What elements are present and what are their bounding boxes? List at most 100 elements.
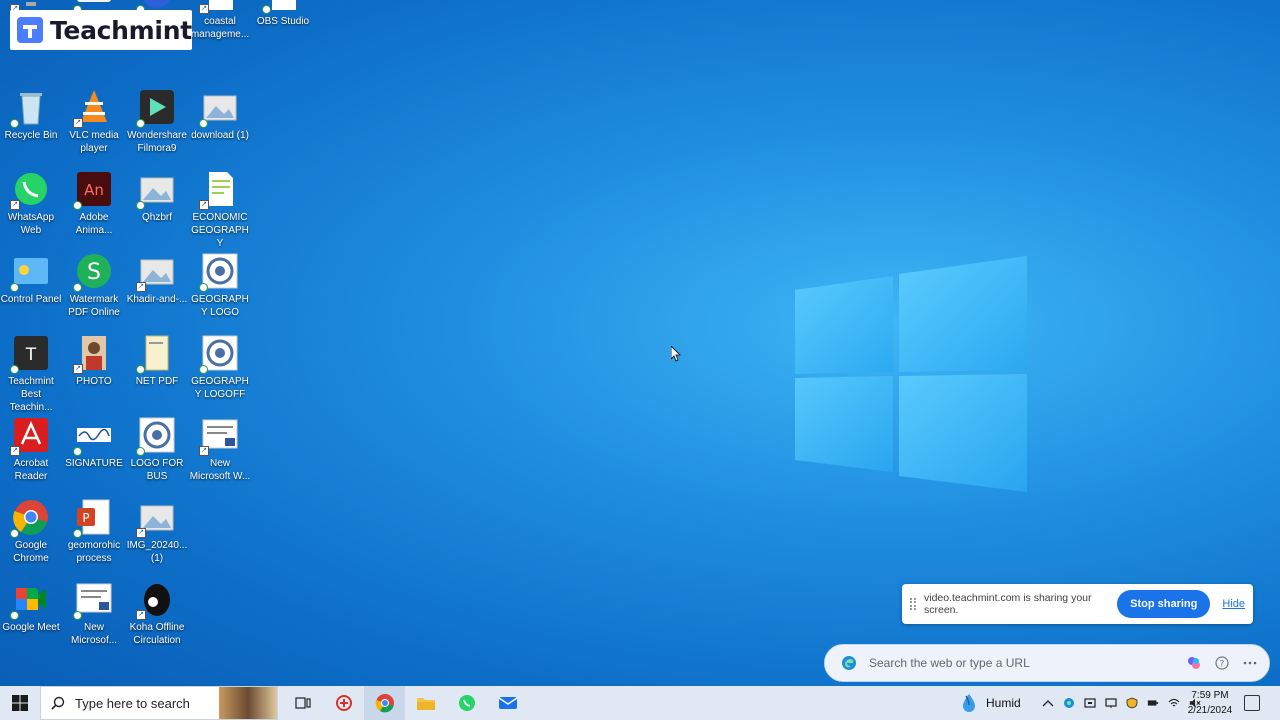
desktop-icon-label: Wondershare Filmora9	[127, 130, 187, 154]
desktop-icon[interactable]: ↗ coastal manageme...	[189, 0, 251, 41]
sync-status-icon	[10, 611, 19, 620]
desktop-icon[interactable]: Wondershare Filmora9	[126, 88, 188, 155]
desktop-icon-label: Khadir-and-...	[126, 294, 188, 305]
desktop-icon[interactable]: S Watermark PDF Online	[63, 252, 125, 319]
start-button[interactable]	[0, 686, 40, 720]
sync-status-icon	[199, 119, 208, 128]
sync-status-icon	[10, 283, 19, 292]
recycle-bin-icon	[10, 88, 50, 128]
taskbar-app-chrome[interactable]	[364, 686, 405, 720]
desktop-icon-label: LOGO FOR BUS	[130, 458, 184, 482]
desktop-icon[interactable]: OBS Studio	[252, 0, 314, 28]
image-icon	[136, 170, 176, 210]
weather-widget[interactable]: Humid	[958, 686, 1021, 720]
wifi-icon[interactable]	[1168, 697, 1180, 709]
desktop-icon-label: ECONOMIC GEOGRAPHY	[191, 212, 249, 249]
taskbar-search-placeholder: Type here to search	[75, 695, 190, 711]
chevron-up-icon[interactable]	[1042, 697, 1054, 709]
desktop-icon-label: Acrobat Reader	[13, 458, 49, 482]
task-view-button[interactable]	[282, 686, 323, 720]
desktop-icon[interactable]: New Microsof...	[63, 580, 125, 647]
sync-status-icon	[10, 365, 19, 374]
notification-center-icon[interactable]	[1244, 695, 1260, 711]
copilot-icon[interactable]	[1187, 656, 1201, 670]
svg-text:S: S	[87, 260, 101, 285]
shortcut-arrow-icon: ↗	[73, 364, 83, 374]
desktop-icon[interactable]: ↗ IMG_20240... (1)	[126, 498, 188, 565]
desktop-icon[interactable]: ↗ Koha Offline Circulation	[126, 580, 188, 647]
mouse-cursor-icon	[671, 346, 681, 362]
control-panel-icon	[10, 252, 50, 292]
document-icon: ↗	[199, 0, 239, 14]
task-view-icon	[294, 697, 311, 709]
desktop-icon[interactable]: LOGO FOR BUS	[126, 416, 188, 483]
desktop-icon[interactable]: Qhzbrf	[126, 170, 188, 224]
sync-status-icon	[10, 529, 19, 538]
desktop-icon-label: Adobe Anima...	[75, 212, 113, 236]
edge-tray-icon[interactable]	[1063, 697, 1075, 709]
word-doc-icon	[73, 580, 113, 620]
desktop-icon-label: GEOGRAPHY LOGO	[191, 294, 249, 318]
desktop-icon[interactable]: Pgeomorohic process	[63, 498, 125, 565]
screen-capture-icon[interactable]	[1084, 697, 1096, 709]
edge-search-placeholder: Search the web or type a URL	[869, 656, 1030, 670]
hide-link[interactable]: Hide	[1222, 598, 1245, 610]
taskbar-app-spark[interactable]	[323, 686, 364, 720]
desktop-icon[interactable]: ↗ Khadir-and-...	[126, 252, 188, 306]
taskbar-app-file-explorer[interactable]	[405, 686, 446, 720]
watermark-pdf-icon: S	[73, 252, 113, 292]
search-icon	[51, 696, 65, 710]
edge-search-bar[interactable]: Search the web or type a URL ?	[824, 644, 1270, 682]
image-icon: ↗	[136, 252, 176, 292]
battery-icon[interactable]	[1147, 697, 1159, 709]
signature-icon	[73, 416, 113, 456]
desktop-icon[interactable]: NET PDF	[126, 334, 188, 388]
sync-status-icon	[136, 365, 145, 374]
whatsapp-icon: ↗	[10, 170, 50, 210]
desktop-icon[interactable]: ↗ PHOTO	[63, 334, 125, 388]
more-options-icon[interactable]	[1243, 656, 1257, 670]
taskbar-clock[interactable]: 7:59 PM 2/21/2024	[1180, 688, 1240, 718]
acrobat-icon: ↗	[10, 416, 50, 456]
desktop-icon-label: geomorohic process	[67, 540, 121, 564]
photo-icon: ↗	[73, 334, 113, 374]
taskbar-app-whatsapp[interactable]	[446, 686, 487, 720]
edge-icon	[842, 656, 856, 670]
desktop-icon[interactable]: Google Meet	[0, 580, 62, 634]
brand-name: Teachmint	[50, 15, 192, 45]
desktop-icon[interactable]: Google Chrome	[0, 498, 62, 565]
desktop-icon[interactable]: ↗ WhatsApp Web	[0, 170, 62, 237]
desktop-icon[interactable]: GEOGRAPHY LOGOFF	[189, 334, 251, 401]
desktop-icon[interactable]: Recycle Bin	[0, 88, 62, 142]
desktop-icon-label: SIGNATURE	[65, 458, 123, 469]
security-shield-icon[interactable]	[1126, 697, 1138, 709]
help-icon[interactable]: ?	[1215, 656, 1229, 670]
display-icon[interactable]	[1105, 697, 1117, 709]
desktop-icon[interactable]: ↗ ECONOMIC GEOGRAPHY	[189, 170, 251, 250]
desktop-icon[interactable]: ↗ New Microsoft W...	[189, 416, 251, 483]
taskbar-app-mail[interactable]	[487, 686, 528, 720]
desktop-icon[interactable]: GEOGRAPHY LOGO	[189, 252, 251, 319]
desktop-icon[interactable]: download (1)	[189, 88, 251, 142]
stop-sharing-button[interactable]: Stop sharing	[1117, 590, 1211, 618]
humidity-drop-icon	[963, 694, 975, 712]
drag-handle-icon[interactable]	[910, 598, 916, 610]
desktop-icon-label: IMG_20240... (1)	[126, 540, 188, 564]
desktop-icon[interactable]: ↗ VLC media player	[63, 88, 125, 155]
desktop-icon-label: New Microsof...	[70, 622, 118, 646]
desktop-icon-label: Watermark PDF Online	[68, 294, 120, 318]
desktop-icon-label: Control Panel	[0, 294, 62, 305]
logo-image-icon	[199, 252, 239, 292]
shortcut-arrow-icon: ↗	[73, 118, 83, 128]
desktop-icon[interactable]: Control Panel	[0, 252, 62, 306]
logo-image-icon	[199, 334, 239, 374]
desktop-icon[interactable]: T Teachmint Best Teachin...	[0, 334, 62, 414]
desktop-icon[interactable]: ↗ Acrobat Reader	[0, 416, 62, 483]
desktop-icon[interactable]: An Adobe Anima...	[63, 170, 125, 237]
taskbar-search-box[interactable]: Type here to search	[40, 686, 278, 720]
taskbar: Type here to search Humid 7:59 PM 2/21/2…	[0, 686, 1280, 720]
desktop-icon-label: NET PDF	[135, 376, 179, 387]
shortcut-arrow-icon: ↗	[10, 446, 20, 456]
chrome-icon	[375, 694, 394, 713]
desktop-icon[interactable]: SIGNATURE	[63, 416, 125, 470]
